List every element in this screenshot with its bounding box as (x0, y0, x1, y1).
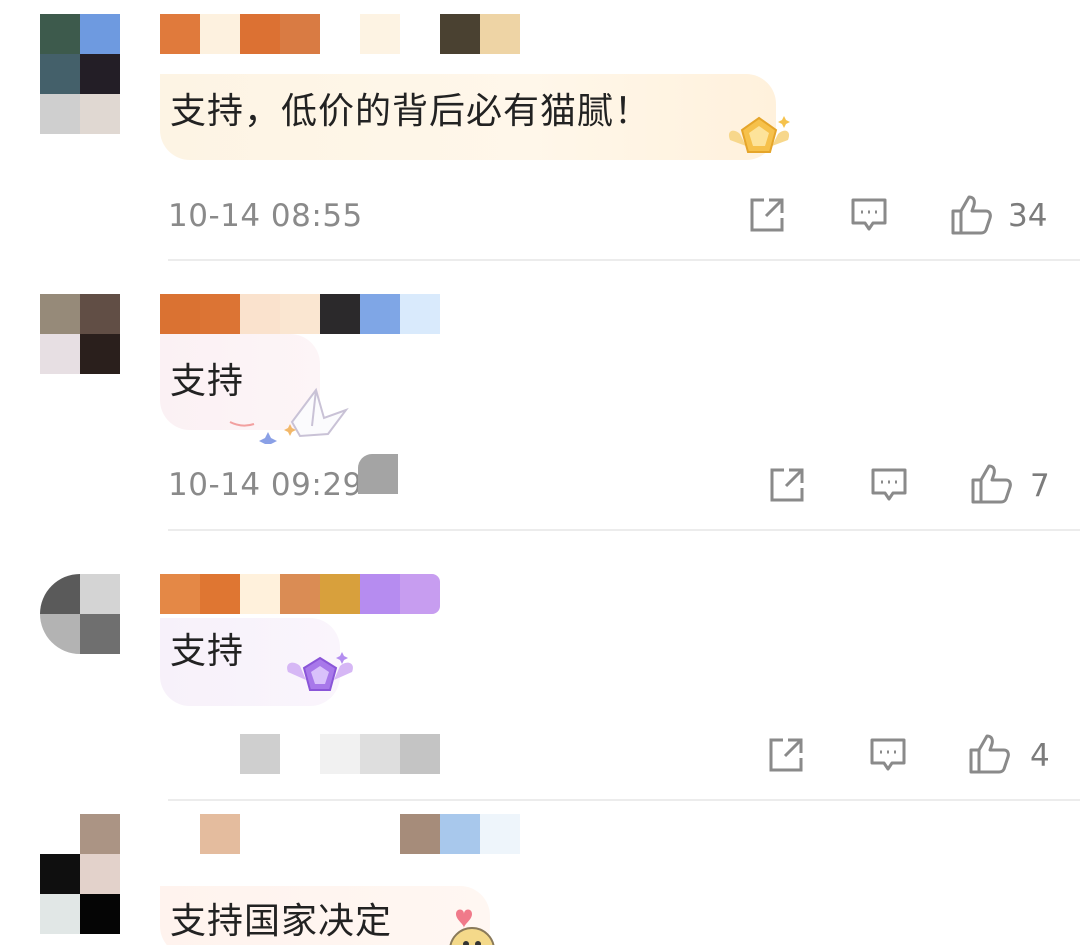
avatar-pixel (80, 54, 120, 94)
like-button[interactable] (968, 732, 1012, 776)
share-button[interactable] (748, 196, 786, 234)
comment-item: 支持 4 (0, 532, 1080, 802)
avatar[interactable] (40, 294, 120, 414)
heart-sticker-icon (449, 909, 495, 945)
username-blurred[interactable] (160, 294, 480, 334)
username-blurred[interactable] (160, 574, 440, 614)
avatar-pixel (40, 294, 80, 334)
avatar-pixel (80, 14, 120, 54)
comment-item: 支持国家决定 (0, 802, 1080, 945)
comment-item: 支持 10-14 09:29 7 (0, 262, 1080, 532)
avatar-pixel (80, 374, 120, 414)
avatar-pixel (80, 614, 120, 654)
like-count: 34 (1008, 198, 1048, 234)
avatar[interactable] (40, 14, 120, 134)
avatar-pixel (40, 374, 80, 414)
avatar-pixel (80, 294, 120, 334)
thumbs-up-icon (951, 195, 992, 235)
avatar-pixel (40, 94, 80, 134)
like-count: 7 (1030, 468, 1050, 504)
avatar-pixel (40, 574, 80, 614)
comment-icon (870, 738, 906, 771)
reply-button[interactable] (850, 196, 888, 234)
avatar-pixel (80, 94, 120, 134)
like-button[interactable] (970, 462, 1014, 506)
comment-icon (871, 468, 907, 501)
like-button[interactable] (950, 193, 994, 237)
avatar-pixel (40, 614, 80, 654)
avatar-pixel (80, 814, 120, 854)
avatar-pixel (80, 894, 120, 934)
avatar-pixel (40, 894, 80, 934)
avatar-pixel (80, 574, 120, 614)
comment-time: 10-14 09:29 (168, 467, 363, 503)
avatar[interactable] (40, 814, 120, 934)
reply-button[interactable] (869, 736, 907, 774)
thumbs-up-icon (969, 734, 1010, 774)
avatar-pixel (40, 334, 80, 374)
comment-text: 支持，低价的背后必有猫腻！ (170, 91, 652, 132)
avatar-pixel (80, 334, 120, 374)
comment-icon (851, 198, 887, 231)
purple-gem-medal-icon (287, 652, 353, 691)
thumbs-up-icon (971, 464, 1012, 504)
avatar-pixel (40, 854, 80, 894)
share-icon (750, 198, 784, 232)
comment-item: 支持，低价的背后必有猫腻！ 10-14 08:55 34 (0, 0, 1080, 262)
username-blurred[interactable] (160, 14, 520, 54)
like-count: 4 (1030, 738, 1050, 774)
avatar[interactable] (40, 574, 120, 654)
gold-medal-icon (728, 116, 790, 153)
comment-text: 支持国家决定 (170, 901, 393, 942)
avatar-pixel (40, 54, 80, 94)
avatar-pixel (80, 854, 120, 894)
share-icon (769, 738, 803, 772)
avatar-pixel (40, 14, 80, 54)
divider (168, 799, 1080, 801)
avatar-pixel (40, 814, 80, 854)
divider (168, 259, 1080, 261)
share-button[interactable] (767, 736, 805, 774)
divider (168, 529, 1080, 531)
username-blurred[interactable] (160, 814, 520, 854)
blurred-location (358, 454, 398, 494)
blurred-time (240, 734, 480, 774)
paper-crane-icon (229, 387, 349, 444)
reply-button[interactable] (870, 466, 908, 504)
comment-text: 支持 (170, 631, 245, 672)
share-button[interactable] (768, 466, 806, 504)
share-icon (770, 468, 804, 502)
comment-time: 10-14 08:55 (168, 198, 363, 234)
